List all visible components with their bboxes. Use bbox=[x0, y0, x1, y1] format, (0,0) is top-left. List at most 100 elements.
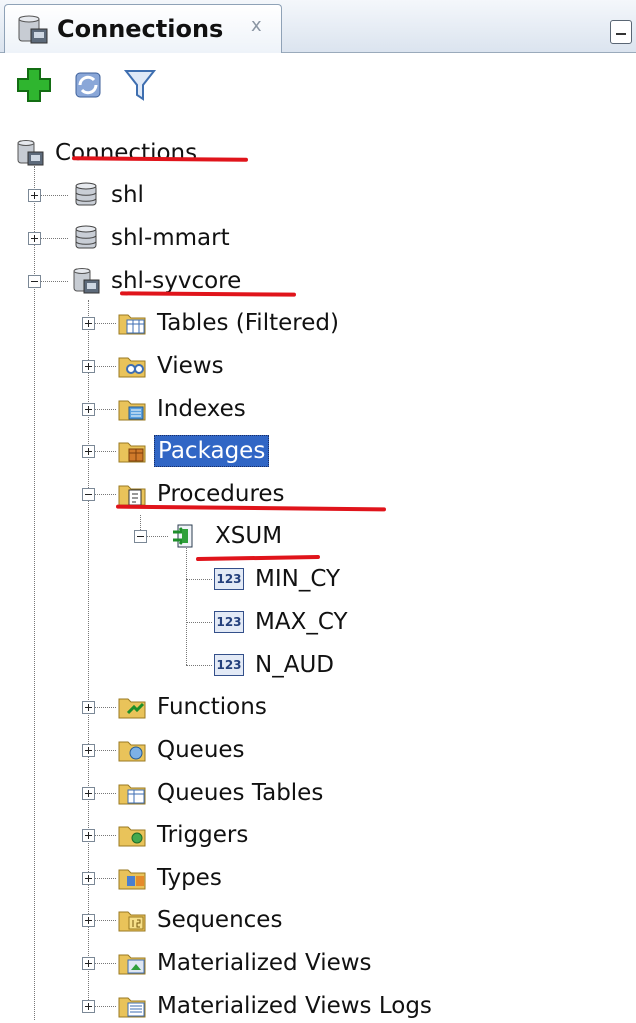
tree-label: Materialized Views Logs bbox=[157, 993, 432, 1019]
collapse-toggle[interactable] bbox=[82, 488, 95, 501]
number-param-icon: 123 bbox=[214, 654, 244, 676]
tree-label: Functions bbox=[157, 694, 267, 720]
tree-category-tables[interactable]: Tables (Filtered) bbox=[118, 306, 342, 340]
tree-category-materialized-views[interactable]: Materialized Views bbox=[118, 946, 375, 980]
tree-category-sequences[interactable]: Sequences bbox=[118, 903, 285, 937]
tree-param-max-cy[interactable]: 123 MAX_CY bbox=[214, 605, 351, 639]
tree-label-selected: Packages bbox=[154, 435, 270, 467]
tree-category-views[interactable]: Views bbox=[118, 349, 227, 383]
collapse-toggle[interactable] bbox=[134, 530, 147, 543]
connected-database-icon bbox=[73, 268, 100, 294]
connections-tree: Connections shl shl-mmart shl-syvcore Ta… bbox=[0, 120, 636, 1020]
tab-connections[interactable]: Connections x bbox=[4, 4, 282, 53]
add-connection-button[interactable] bbox=[14, 65, 54, 105]
funnel-icon bbox=[123, 70, 157, 101]
tree-label: Queues Tables bbox=[157, 780, 324, 806]
expand-toggle[interactable] bbox=[82, 957, 95, 970]
tree-guide bbox=[186, 540, 187, 665]
tree-connection-shl[interactable]: shl bbox=[72, 178, 147, 212]
expand-toggle[interactable] bbox=[82, 1000, 95, 1013]
tree-guide bbox=[40, 238, 68, 239]
tree-category-functions[interactable]: Functions bbox=[118, 690, 270, 724]
tree-guide bbox=[94, 793, 116, 794]
views-folder-icon bbox=[118, 357, 146, 378]
tree-category-types[interactable]: Types bbox=[118, 861, 225, 895]
packages-folder-icon bbox=[118, 442, 146, 463]
tree-connection-shl-mmart[interactable]: shl-mmart bbox=[72, 221, 233, 255]
materialized-views-folder-icon bbox=[118, 954, 146, 975]
queues-tables-folder-icon bbox=[118, 784, 146, 805]
tree-guide bbox=[186, 579, 212, 580]
tree-category-triggers[interactable]: Triggers bbox=[118, 818, 251, 852]
number-param-icon: 123 bbox=[214, 611, 244, 633]
tree-label: Connections bbox=[55, 140, 198, 166]
filter-button[interactable] bbox=[120, 65, 160, 105]
types-folder-icon bbox=[118, 869, 146, 890]
connections-db-icon bbox=[17, 140, 44, 166]
tree-guide bbox=[94, 750, 116, 751]
tree-guide bbox=[94, 963, 116, 964]
tree-guide bbox=[186, 622, 212, 623]
expand-toggle[interactable] bbox=[82, 829, 95, 842]
expand-toggle[interactable] bbox=[28, 189, 41, 202]
tree-label: Tables (Filtered) bbox=[157, 310, 339, 336]
tree-label: Materialized Views bbox=[157, 950, 372, 976]
expand-toggle[interactable] bbox=[82, 360, 95, 373]
tree-label: XSUM bbox=[215, 523, 283, 549]
tree-guide bbox=[94, 494, 116, 495]
tree-guide bbox=[94, 1006, 116, 1007]
annotation-underline bbox=[195, 554, 321, 562]
refresh-icon bbox=[75, 72, 101, 98]
tree-param-min-cy[interactable]: 123 MIN_CY bbox=[214, 562, 343, 596]
tree-guide bbox=[40, 195, 68, 196]
tree-procedure-xsum[interactable]: XSUM bbox=[170, 519, 285, 553]
expand-toggle[interactable] bbox=[82, 701, 95, 714]
tree-label: Triggers bbox=[157, 822, 249, 848]
tree-guide bbox=[146, 536, 168, 537]
tables-folder-icon bbox=[118, 314, 146, 335]
expand-toggle[interactable] bbox=[82, 787, 95, 800]
tree-guide bbox=[34, 166, 35, 1020]
expand-toggle[interactable] bbox=[82, 872, 95, 885]
tree-guide bbox=[94, 878, 116, 879]
tree-category-packages[interactable]: Packages bbox=[118, 434, 270, 468]
indexes-folder-icon bbox=[118, 400, 146, 421]
tree-guide bbox=[94, 366, 116, 367]
tree-category-queues[interactable]: Queues bbox=[118, 733, 248, 767]
tree-label: MIN_CY bbox=[255, 566, 341, 592]
tree-param-n-aud[interactable]: 123 N_AUD bbox=[214, 648, 337, 682]
minimize-button[interactable] bbox=[610, 20, 632, 44]
tree-category-materialized-views-logs[interactable]: Materialized Views Logs bbox=[118, 989, 435, 1023]
tree-guide bbox=[40, 281, 68, 282]
expand-toggle[interactable] bbox=[82, 317, 95, 330]
connections-db-icon bbox=[18, 15, 48, 44]
tree-label: Types bbox=[157, 865, 222, 891]
expand-toggle[interactable] bbox=[82, 403, 95, 416]
triggers-folder-icon bbox=[118, 826, 146, 847]
tree-guide bbox=[94, 835, 116, 836]
tree-label: Queues bbox=[157, 737, 245, 763]
tree-label: N_AUD bbox=[255, 652, 334, 678]
tree-category-indexes[interactable]: Indexes bbox=[118, 392, 249, 426]
tree-guide bbox=[94, 323, 116, 324]
tree-category-queues-tables[interactable]: Queues Tables bbox=[118, 776, 326, 810]
expand-toggle[interactable] bbox=[28, 232, 41, 245]
queues-folder-icon bbox=[118, 741, 146, 762]
tree-guide bbox=[94, 409, 116, 410]
tab-strip: Connections x bbox=[0, 0, 636, 53]
tree-guide bbox=[94, 920, 116, 921]
tree-label: MAX_CY bbox=[255, 609, 348, 635]
refresh-button[interactable] bbox=[68, 65, 108, 105]
expand-toggle[interactable] bbox=[82, 914, 95, 927]
tree-root-connections[interactable]: Connections bbox=[16, 136, 200, 170]
tree-label: Views bbox=[157, 353, 224, 379]
close-icon[interactable]: x bbox=[251, 15, 262, 36]
number-param-icon: 123 bbox=[214, 568, 244, 590]
expand-toggle[interactable] bbox=[82, 445, 95, 458]
tree-label: shl-mmart bbox=[111, 225, 230, 251]
expand-toggle[interactable] bbox=[82, 744, 95, 757]
toolbar bbox=[0, 53, 636, 115]
tree-guide bbox=[94, 707, 116, 708]
collapse-toggle[interactable] bbox=[28, 275, 41, 288]
tree-guide bbox=[94, 451, 116, 452]
